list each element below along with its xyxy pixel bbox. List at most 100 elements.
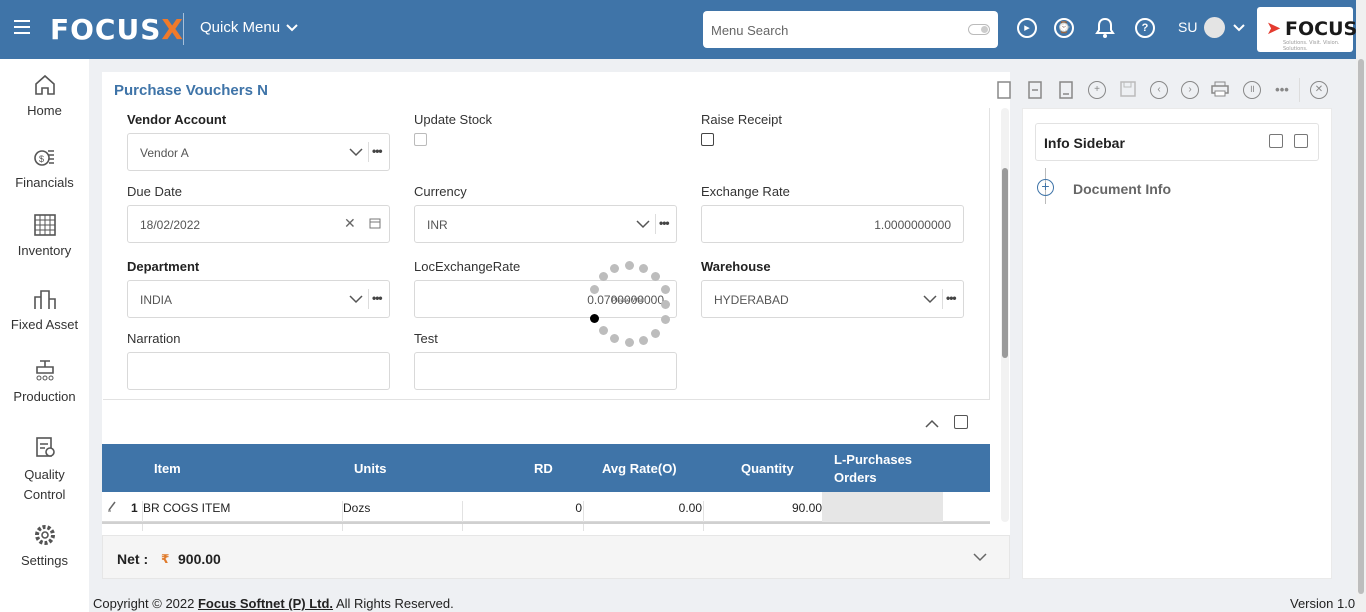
column-header-rd[interactable]: RD xyxy=(534,461,553,476)
department-field[interactable]: INDIA ••• xyxy=(127,280,390,318)
raise-receipt-checkbox[interactable] xyxy=(701,133,714,146)
nav-item-fixed-asset[interactable]: Fixed Asset xyxy=(0,287,89,332)
next-icon[interactable]: › xyxy=(1181,81,1199,99)
spinner-dot xyxy=(599,326,608,335)
column-header-orders[interactable]: Orders xyxy=(834,470,877,485)
avg-rate-cell[interactable]: 0.00 xyxy=(632,501,702,515)
help-icon[interactable]: ? xyxy=(1135,18,1155,38)
spinner-dot xyxy=(661,300,670,309)
nav-item-financials[interactable]: $ Financials xyxy=(0,145,89,190)
new-document-icon[interactable] xyxy=(995,81,1013,99)
update-stock-checkbox[interactable] xyxy=(414,133,427,146)
chevron-down-icon[interactable] xyxy=(1233,24,1245,32)
print-icon[interactable] xyxy=(1211,81,1229,99)
column-header-units[interactable]: Units xyxy=(354,461,387,476)
nav-item-production[interactable]: Production xyxy=(0,359,89,404)
chevron-up-icon[interactable] xyxy=(925,419,939,428)
save-icon[interactable] xyxy=(1119,81,1137,99)
nav-label: Inventory xyxy=(17,243,72,258)
more-icon[interactable]: ••• xyxy=(1273,81,1291,99)
close-icon[interactable]: ✕ xyxy=(1310,81,1328,99)
column-header-quantity[interactable]: Quantity xyxy=(741,461,794,476)
quick-menu-button[interactable]: Quick Menu xyxy=(200,19,298,36)
left-nav: Home $ Financials Inventory Fixed Asset … xyxy=(0,59,89,612)
suspend-icon[interactable]: ॥ xyxy=(1243,81,1261,99)
edit-icon[interactable] xyxy=(954,415,968,429)
spinner-dot xyxy=(639,336,648,345)
chevron-down-icon[interactable] xyxy=(973,553,987,562)
avatar[interactable] xyxy=(1204,17,1225,38)
currency-label: Currency xyxy=(414,184,467,199)
coins-icon: $ xyxy=(33,150,54,166)
chevron-down-icon[interactable] xyxy=(636,220,650,229)
column-header-item[interactable]: Item xyxy=(154,461,181,476)
menu-search-input[interactable]: Menu Search xyxy=(703,11,998,48)
spinner-dot xyxy=(590,285,599,294)
raise-receipt-label: Raise Receipt xyxy=(701,112,782,127)
spinner-dot xyxy=(661,285,670,294)
currency-field[interactable]: INR ••• xyxy=(414,205,677,243)
divider xyxy=(368,289,369,309)
table-row[interactable]: 1 BR COGS ITEM Dozs 0 0.00 90.00 xyxy=(102,492,990,531)
test-field[interactable] xyxy=(414,352,677,390)
nav-item-home[interactable]: Home xyxy=(0,73,89,118)
nav-item-quality-control[interactable]: Quality Control xyxy=(0,435,89,505)
pencil-icon[interactable] xyxy=(107,500,117,512)
narration-label: Narration xyxy=(127,331,181,346)
expand-icon[interactable]: + xyxy=(1037,179,1054,196)
document-icon[interactable] xyxy=(1057,81,1075,99)
rd-cell[interactable]: 0 xyxy=(522,501,582,515)
nav-item-inventory[interactable]: Inventory xyxy=(0,213,89,258)
scrollbar-thumb[interactable] xyxy=(1002,168,1008,358)
page-scrollbar[interactable] xyxy=(1356,0,1366,612)
page-title: Purchase Vouchers N xyxy=(114,82,268,99)
spinner-dot xyxy=(639,264,648,273)
hamburger-menu-icon[interactable] xyxy=(14,20,30,34)
company-link[interactable]: Focus Softnet (P) Ltd. xyxy=(198,596,333,611)
due-date-field[interactable]: 18/02/2022 ✕ xyxy=(127,205,390,243)
app-logo[interactable]: FOCUSX xyxy=(50,13,184,46)
exchange-rate-field[interactable]: 1.0000000000 xyxy=(701,205,964,243)
clock-icon[interactable]: ⌚ xyxy=(1054,18,1074,38)
more-options-icon[interactable]: ••• xyxy=(372,291,383,305)
scrollbar-thumb[interactable] xyxy=(1358,59,1364,594)
due-date-value: 18/02/2022 xyxy=(140,218,201,232)
due-date-label: Due Date xyxy=(127,184,182,199)
previous-icon[interactable]: ‹ xyxy=(1150,81,1168,99)
more-options-icon[interactable]: ••• xyxy=(372,144,383,158)
add-icon[interactable]: + xyxy=(1088,81,1106,99)
info-sidebar xyxy=(1022,108,1332,579)
column-header-l-purchases[interactable]: L-Purchases xyxy=(834,452,912,467)
bell-icon[interactable] xyxy=(1095,17,1115,42)
spinner-dot xyxy=(610,264,619,273)
user-initials[interactable]: SU xyxy=(1178,19,1197,35)
item-cell[interactable]: BR COGS ITEM xyxy=(143,501,230,515)
edit-icon[interactable] xyxy=(1269,134,1283,148)
calendar-icon[interactable] xyxy=(369,217,381,229)
vendor-account-field[interactable]: Vendor A ••• xyxy=(127,133,390,171)
spinner-dot xyxy=(599,272,608,281)
chevron-down-icon[interactable] xyxy=(923,295,937,304)
play-icon[interactable]: ▸ xyxy=(1017,18,1037,38)
nav-item-settings[interactable]: Settings xyxy=(0,523,89,568)
delete-document-icon[interactable] xyxy=(1026,81,1044,99)
chevron-down-icon[interactable] xyxy=(349,295,363,304)
quantity-cell[interactable]: 90.00 xyxy=(752,501,822,515)
collapse-panel-icon[interactable] xyxy=(1294,134,1308,148)
column-header-avg-rate[interactable]: Avg Rate(O) xyxy=(602,461,677,476)
more-options-icon[interactable]: ••• xyxy=(946,291,957,305)
building-icon xyxy=(33,290,56,309)
document-info-item[interactable]: Document Info xyxy=(1073,181,1171,197)
clear-icon[interactable]: ✕ xyxy=(344,215,356,232)
form-scrollbar[interactable] xyxy=(1001,108,1009,522)
top-bar: FOCUSX Quick Menu Menu Search ▸ ⌚ ? SU ➤… xyxy=(0,0,1357,59)
warehouse-field[interactable]: HYDERABAD ••• xyxy=(701,280,964,318)
narration-field[interactable] xyxy=(127,352,390,390)
divider xyxy=(1299,78,1300,102)
brand-tagline: Solutions. Visit. Vision. Solutions. xyxy=(1283,40,1340,52)
chevron-down-icon[interactable] xyxy=(349,148,363,157)
search-toggle[interactable] xyxy=(968,24,990,35)
grid-scrollbar[interactable] xyxy=(102,522,990,524)
units-cell[interactable]: Dozs xyxy=(343,501,370,515)
more-options-icon[interactable]: ••• xyxy=(659,216,670,230)
